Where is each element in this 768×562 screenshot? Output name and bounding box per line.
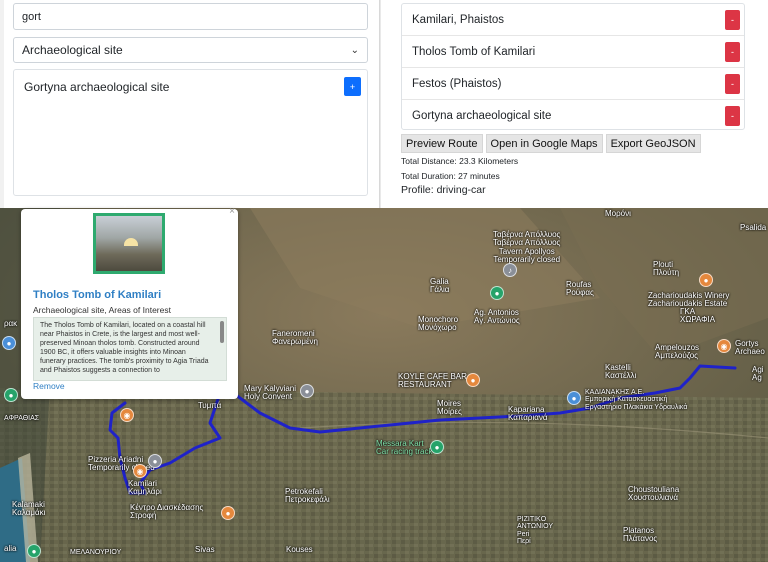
map-label-petrokefali: Petrokefali Πετροκεφάλι: [285, 487, 330, 505]
total-distance: Total Distance: 23.3 Kilometers: [401, 156, 519, 166]
beach-pin-icon[interactable]: ●: [4, 388, 18, 402]
route-stop-label: Festos (Phaistos): [412, 77, 502, 90]
map-label-kapariana: Kapariana Καπαριανά: [508, 405, 548, 423]
route-stop-item[interactable]: Tholos Tomb of Kamilari -: [402, 36, 744, 68]
add-to-route-button[interactable]: +: [344, 77, 361, 96]
remove-stop-button[interactable]: -: [725, 42, 740, 62]
route-stop-label: Gortyna archaeological site: [412, 110, 552, 122]
map-label-gortys: Gortys Archaeo: [735, 339, 765, 357]
remove-link[interactable]: Remove: [33, 381, 65, 391]
map-label-alia: alia: [4, 544, 17, 553]
category-select[interactable]: Archaeological site ⌄: [13, 37, 368, 63]
chevron-down-icon: ⌄: [350, 44, 359, 56]
map-label-afrathias: ΑΦΡΑΘΙΑΣ: [4, 415, 40, 422]
route-actions: Preview Route Open in Google Maps Export…: [401, 134, 701, 153]
map-label-koules: KOYLE CAFE BAR RESTAURANT: [398, 372, 467, 390]
bottom-pin-icon[interactable]: ●: [27, 544, 41, 558]
search-result-label: Gortyna archaeological site: [24, 80, 170, 94]
map-label-monastery: Mary Kalyviani Holy Convent: [244, 384, 297, 402]
search-input[interactable]: [13, 3, 368, 30]
winery-pin-icon[interactable]: ●: [699, 273, 713, 287]
map-label-plouti: Plouti Πλούτη: [653, 260, 680, 278]
export-geojson-button[interactable]: Export GeoJSON: [605, 134, 701, 153]
map-label-agi: Agi Ag: [752, 365, 764, 383]
map-label-kadianakis: ΚΑΔΙΑΝΑΚΗΣ Α.Ε. Εμπορική Κατασκευαστική Ερ…: [585, 389, 688, 411]
map-label-tymbaki: Τυμπά: [198, 401, 222, 410]
left-edge-strip: [0, 0, 4, 208]
kamilari-marker-icon[interactable]: ◉: [133, 464, 147, 478]
map-label-platanos: Platanos Πλάτανος: [623, 526, 658, 544]
popup-title[interactable]: Tholos Tomb of Kamilari: [33, 289, 161, 301]
place-pin-icon[interactable]: ●: [490, 286, 504, 300]
monastery-pin-icon[interactable]: ●: [300, 384, 314, 398]
kentro-pin-icon[interactable]: ●: [221, 506, 235, 520]
remove-stop-button[interactable]: -: [725, 74, 740, 94]
map-label-kouses: Kouses: [286, 545, 313, 554]
shop-pin-icon[interactable]: ●: [567, 391, 581, 405]
map-label-kalamaki: Kalamaki Καλαμάκι: [12, 500, 46, 518]
map-label-ag-antonios: Ag. Antonios Αγ. Αντώνιος: [474, 308, 520, 326]
map-label-tavern: Ταβέρνα Απόλλυος Ταβέρνα Απόλλυος Tavern A…: [493, 230, 561, 265]
pizzeria-pin-icon[interactable]: ●: [148, 454, 162, 468]
route-panel: Kamilari, Phaistos - Tholos Tomb of Kami…: [381, 0, 768, 208]
popup-category: Archaeological site, Areas of Interest: [33, 305, 171, 315]
search-panel: Archaeological site ⌄ Gortyna archaeolog…: [0, 0, 380, 208]
restaurant-pin-icon[interactable]: ●: [466, 373, 480, 387]
map-label-sivas: Sivas: [195, 545, 215, 554]
remove-stop-button[interactable]: -: [725, 106, 740, 126]
map-label-melanouriou: ΜΕΛΑΝΟΥΡΙΟΥ: [70, 549, 122, 556]
route-stop-label: Tholos Tomb of Kamilari: [412, 45, 536, 58]
category-select-value: Archaeological site: [22, 43, 123, 57]
kart-pin-icon[interactable]: ●: [430, 440, 444, 454]
info-pin-icon[interactable]: ●: [2, 336, 16, 350]
route-stop-item[interactable]: Kamilari, Phaistos -: [402, 4, 744, 36]
search-results: Gortyna archaeological site +: [13, 69, 368, 196]
route-stop-item[interactable]: Gortyna archaeological site -: [402, 100, 744, 132]
popup-description-text: The Tholos Tomb of Kamilari, located on …: [40, 322, 209, 375]
place-popup: × Tholos Tomb of Kamilari Archaeological…: [21, 206, 238, 399]
map-label-roufas: Roufas Ρούφας: [566, 280, 594, 298]
map-label-xora: ΓΚΑ ΧΩΡΑΦΙΑ: [680, 307, 716, 325]
close-icon[interactable]: ×: [229, 206, 235, 217]
map-label-choustouliana: Choustouliana Χουστουλιανά: [628, 485, 680, 503]
popup-description[interactable]: The Tholos Tomb of Kamilari, located on …: [33, 317, 227, 381]
map-label-kentro: Κέντρο Διασκέδασης Στροφή: [130, 503, 204, 521]
popup-tip: [118, 199, 132, 207]
total-duration: Total Duration: 27 minutes: [401, 171, 500, 181]
route-stop-list: Kamilari, Phaistos - Tholos Tomb of Kami…: [401, 3, 745, 130]
remove-stop-button[interactable]: -: [725, 10, 740, 30]
open-google-maps-button[interactable]: Open in Google Maps: [485, 134, 603, 153]
map-label-prk: ρακ: [4, 319, 18, 328]
map-label-kamilari: Kamilari Καμηλάρι: [128, 479, 162, 497]
tavern-pin-icon[interactable]: ♪: [503, 263, 517, 277]
map-label-pitsidia: PIZITIKO ΑΝΤΩΝΙΟΥ Peri Περί: [517, 516, 553, 546]
map-label-messara: Messara Kart Car racing track: [376, 439, 433, 457]
route-stop-label: Kamilari, Phaistos: [412, 13, 505, 26]
route-profile: Profile: driving-car: [401, 184, 486, 196]
tomb-marker-icon[interactable]: ◉: [120, 408, 134, 422]
gortyna-marker-icon[interactable]: ◉: [717, 339, 731, 353]
map-label-faneromeni: Faneromeni Φανερωμένη: [272, 329, 318, 347]
map-label-moires: Moires Μοίρες: [437, 399, 462, 417]
map-label-moroni: Μορόνι: [605, 209, 631, 218]
preview-route-button[interactable]: Preview Route: [401, 134, 483, 153]
map-label-galia: Galia Γάλια: [430, 277, 450, 295]
app-root: Archaeological site ⌄ Gortyna archaeolog…: [0, 0, 768, 562]
map-label-psalida: Psalida: [740, 223, 767, 232]
map-label-kastelli: Kastelli Καστέλλι: [605, 363, 637, 381]
search-result-item[interactable]: Gortyna archaeological site +: [14, 70, 367, 104]
scrollbar-thumb[interactable]: [220, 321, 224, 343]
route-stop-item[interactable]: Festos (Phaistos) -: [402, 68, 744, 100]
map-label-ampelouzos: Ampelouzos Αμπελούζος: [655, 343, 700, 361]
map-label-monochoro: Monochoro Μονόχωρο: [418, 315, 459, 333]
place-photo: [93, 213, 165, 274]
